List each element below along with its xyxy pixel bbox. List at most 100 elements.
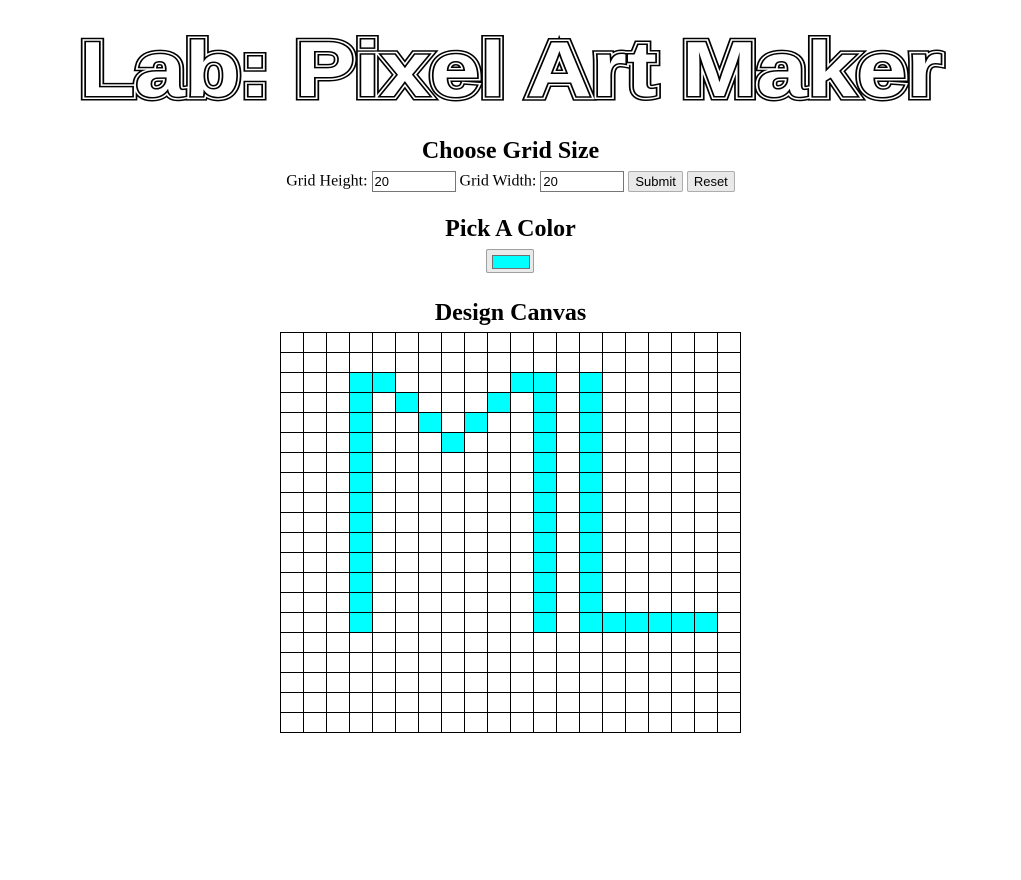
grid-cell[interactable] bbox=[717, 372, 741, 393]
grid-cell[interactable] bbox=[487, 592, 511, 613]
grid-cell[interactable] bbox=[625, 432, 649, 453]
grid-cell[interactable] bbox=[533, 712, 557, 733]
grid-cell[interactable] bbox=[303, 352, 327, 373]
grid-cell[interactable] bbox=[602, 652, 626, 673]
grid-cell[interactable] bbox=[579, 592, 603, 613]
grid-cell[interactable] bbox=[533, 592, 557, 613]
grid-cell[interactable] bbox=[464, 492, 488, 513]
grid-cell[interactable] bbox=[510, 512, 534, 533]
grid-cell[interactable] bbox=[579, 632, 603, 653]
grid-cell[interactable] bbox=[648, 512, 672, 533]
grid-cell[interactable] bbox=[556, 392, 580, 413]
grid-cell[interactable] bbox=[533, 332, 557, 353]
grid-cell[interactable] bbox=[671, 652, 695, 673]
grid-cell[interactable] bbox=[648, 412, 672, 433]
grid-cell[interactable] bbox=[556, 512, 580, 533]
grid-cell[interactable] bbox=[464, 372, 488, 393]
grid-cell[interactable] bbox=[441, 712, 465, 733]
grid-cell[interactable] bbox=[349, 432, 373, 453]
grid-cell[interactable] bbox=[326, 492, 350, 513]
grid-cell[interactable] bbox=[303, 652, 327, 673]
grid-cell[interactable] bbox=[602, 692, 626, 713]
grid-cell[interactable] bbox=[349, 352, 373, 373]
grid-cell[interactable] bbox=[717, 672, 741, 693]
grid-cell[interactable] bbox=[579, 652, 603, 673]
grid-cell[interactable] bbox=[487, 572, 511, 593]
grid-cell[interactable] bbox=[441, 592, 465, 613]
grid-cell[interactable] bbox=[671, 452, 695, 473]
grid-cell[interactable] bbox=[648, 572, 672, 593]
grid-cell[interactable] bbox=[372, 492, 396, 513]
grid-cell[interactable] bbox=[694, 352, 718, 373]
grid-cell[interactable] bbox=[602, 352, 626, 373]
grid-cell[interactable] bbox=[625, 552, 649, 573]
grid-cell[interactable] bbox=[625, 672, 649, 693]
grid-cell[interactable] bbox=[372, 532, 396, 553]
grid-cell[interactable] bbox=[280, 472, 304, 493]
grid-cell[interactable] bbox=[326, 672, 350, 693]
grid-cell[interactable] bbox=[349, 612, 373, 633]
grid-cell[interactable] bbox=[625, 652, 649, 673]
grid-cell[interactable] bbox=[671, 472, 695, 493]
grid-cell[interactable] bbox=[372, 332, 396, 353]
grid-cell[interactable] bbox=[326, 332, 350, 353]
grid-cell[interactable] bbox=[372, 392, 396, 413]
grid-cell[interactable] bbox=[648, 692, 672, 713]
grid-cell[interactable] bbox=[280, 532, 304, 553]
grid-cell[interactable] bbox=[487, 672, 511, 693]
grid-cell[interactable] bbox=[441, 532, 465, 553]
grid-cell[interactable] bbox=[602, 712, 626, 733]
grid-cell[interactable] bbox=[280, 572, 304, 593]
grid-cell[interactable] bbox=[694, 452, 718, 473]
grid-cell[interactable] bbox=[602, 552, 626, 573]
grid-cell[interactable] bbox=[556, 592, 580, 613]
grid-cell[interactable] bbox=[717, 452, 741, 473]
grid-cell[interactable] bbox=[487, 392, 511, 413]
grid-cell[interactable] bbox=[395, 372, 419, 393]
grid-cell[interactable] bbox=[395, 612, 419, 633]
grid-cell[interactable] bbox=[487, 372, 511, 393]
grid-cell[interactable] bbox=[487, 512, 511, 533]
grid-cell[interactable] bbox=[303, 472, 327, 493]
grid-cell[interactable] bbox=[395, 652, 419, 673]
grid-cell[interactable] bbox=[464, 532, 488, 553]
grid-cell[interactable] bbox=[556, 652, 580, 673]
grid-cell[interactable] bbox=[464, 512, 488, 533]
grid-cell[interactable] bbox=[648, 332, 672, 353]
grid-cell[interactable] bbox=[625, 532, 649, 553]
grid-cell[interactable] bbox=[717, 412, 741, 433]
grid-cell[interactable] bbox=[487, 332, 511, 353]
grid-cell[interactable] bbox=[717, 652, 741, 673]
grid-cell[interactable] bbox=[556, 472, 580, 493]
grid-cell[interactable] bbox=[280, 652, 304, 673]
grid-cell[interactable] bbox=[349, 372, 373, 393]
reset-button[interactable]: Reset bbox=[686, 170, 735, 192]
grid-cell[interactable] bbox=[418, 352, 442, 373]
grid-cell[interactable] bbox=[533, 392, 557, 413]
grid-cell[interactable] bbox=[418, 592, 442, 613]
grid-cell[interactable] bbox=[694, 712, 718, 733]
grid-cell[interactable] bbox=[326, 512, 350, 533]
grid-cell[interactable] bbox=[510, 532, 534, 553]
grid-cell[interactable] bbox=[510, 492, 534, 513]
grid-cell[interactable] bbox=[487, 352, 511, 373]
grid-cell[interactable] bbox=[602, 392, 626, 413]
grid-cell[interactable] bbox=[556, 552, 580, 573]
grid-cell[interactable] bbox=[694, 652, 718, 673]
grid-cell[interactable] bbox=[280, 672, 304, 693]
grid-cell[interactable] bbox=[717, 552, 741, 573]
grid-cell[interactable] bbox=[280, 692, 304, 713]
grid-cell[interactable] bbox=[510, 332, 534, 353]
grid-cell[interactable] bbox=[372, 592, 396, 613]
grid-cell[interactable] bbox=[441, 612, 465, 633]
grid-cell[interactable] bbox=[395, 532, 419, 553]
grid-cell[interactable] bbox=[487, 432, 511, 453]
grid-cell[interactable] bbox=[671, 372, 695, 393]
grid-cell[interactable] bbox=[533, 352, 557, 373]
grid-cell[interactable] bbox=[671, 672, 695, 693]
grid-cell[interactable] bbox=[464, 352, 488, 373]
grid-cell[interactable] bbox=[464, 432, 488, 453]
grid-cell[interactable] bbox=[441, 652, 465, 673]
grid-cell[interactable] bbox=[533, 432, 557, 453]
grid-cell[interactable] bbox=[372, 692, 396, 713]
